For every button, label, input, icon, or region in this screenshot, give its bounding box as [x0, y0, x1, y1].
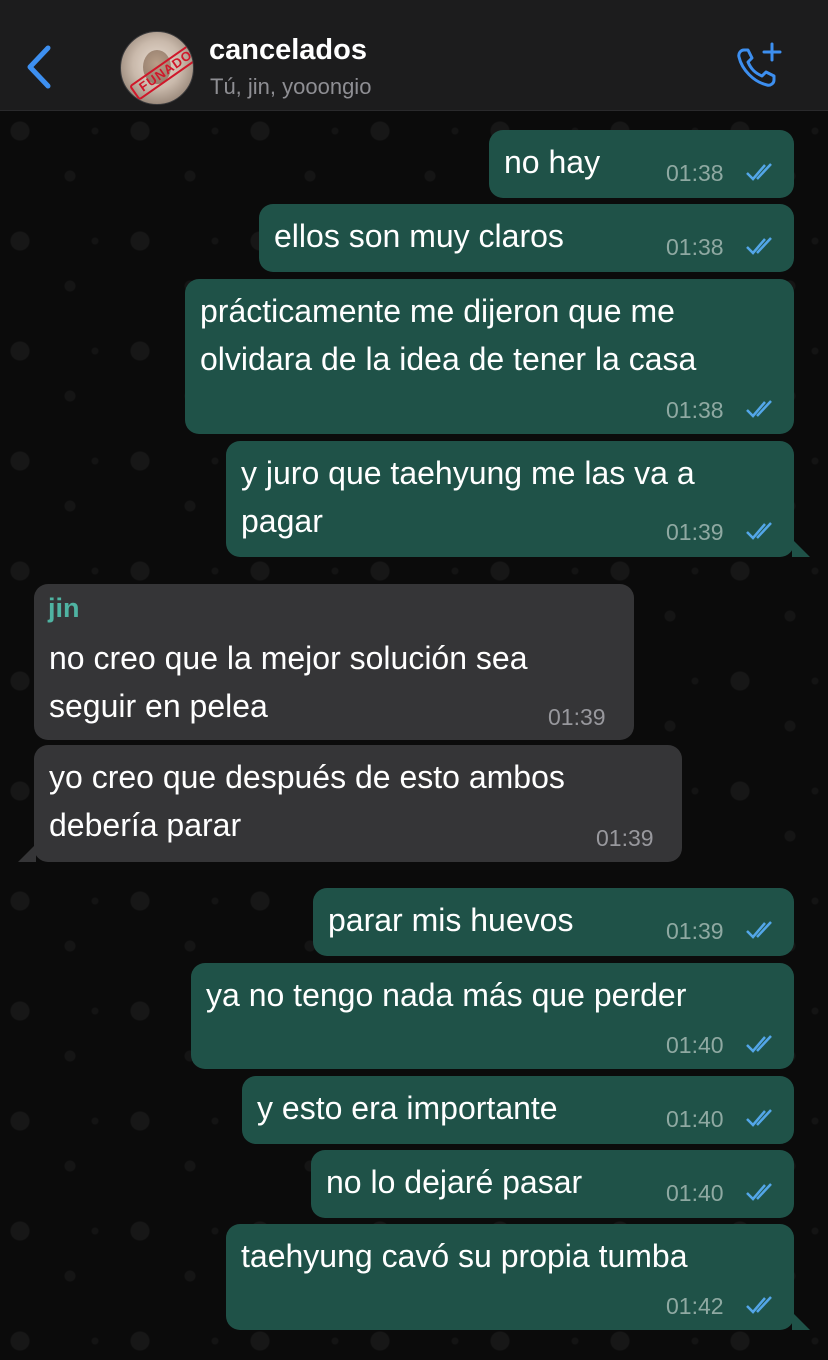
message-bubble[interactable]: prácticamente me dijeron que me olvidara…: [185, 279, 794, 434]
message-text: no hay: [504, 144, 601, 180]
double-check-icon: [746, 163, 772, 181]
message-text: prácticamente me dijeron que me: [200, 293, 675, 329]
message-bubble[interactable]: parar mis huevos 01:39: [313, 888, 794, 956]
message-time: 01:39: [666, 918, 724, 944]
message-time: 01:38: [666, 397, 724, 423]
message-time: 01:39: [596, 825, 654, 851]
message-text: yo creo que después de esto ambos: [49, 759, 565, 795]
message-time: 01:40: [666, 1180, 724, 1206]
double-check-icon: [746, 1296, 772, 1314]
chat-header: FUNADO cancelados Tú, jin, yooongio: [0, 0, 828, 111]
message-bubble[interactable]: y esto era importante 01:40: [242, 1076, 794, 1144]
message-time: 01:40: [666, 1032, 724, 1058]
message-text: debería parar: [49, 807, 242, 843]
message-bubble[interactable]: no hay 01:38: [489, 130, 794, 198]
message-text: y juro que taehyung me las va a: [241, 455, 695, 491]
group-members[interactable]: Tú, jin, yooongio: [210, 74, 371, 100]
message-text: ellos son muy claros: [274, 218, 564, 254]
message-bubble[interactable]: no lo dejaré pasar 01:40: [311, 1150, 794, 1218]
double-check-icon: [746, 1035, 772, 1053]
message-bubble[interactable]: y juro que taehyung me las va a pagar 01…: [226, 441, 794, 557]
message-bubble[interactable]: taehyung cavó su propia tumba 01:42: [226, 1224, 794, 1330]
double-check-icon: [746, 522, 772, 540]
bubble-tail: [18, 844, 36, 862]
message-text: y esto era importante: [257, 1090, 558, 1126]
message-bubble[interactable]: jin no creo que la mejor solución sea se…: [34, 584, 634, 740]
message-time: 01:38: [666, 234, 724, 260]
sender-name[interactable]: jin: [48, 588, 80, 628]
group-avatar[interactable]: FUNADO: [120, 31, 194, 105]
message-text: parar mis huevos: [328, 902, 574, 938]
double-check-icon: [746, 921, 772, 939]
double-check-icon: [746, 400, 772, 418]
message-text: ya no tengo nada más que perder: [206, 977, 687, 1013]
bubble-tail: [792, 1312, 810, 1330]
message-time: 01:40: [666, 1106, 724, 1132]
double-check-icon: [746, 1183, 772, 1201]
message-time: 01:42: [666, 1293, 724, 1319]
message-bubble[interactable]: yo creo que después de esto ambos deberí…: [34, 745, 682, 862]
back-button[interactable]: [22, 40, 58, 94]
message-text: seguir en pelea: [49, 688, 268, 724]
message-text: pagar: [241, 503, 323, 539]
message-text: no lo dejaré pasar: [326, 1164, 583, 1200]
chevron-left-icon: [27, 45, 51, 89]
message-time: 01:39: [548, 704, 606, 730]
bubble-tail: [792, 539, 810, 557]
double-check-icon: [746, 1109, 772, 1127]
message-bubble[interactable]: ya no tengo nada más que perder 01:40: [191, 963, 794, 1069]
group-name[interactable]: cancelados: [209, 34, 367, 67]
phone-plus-icon: [737, 42, 782, 87]
message-bubble[interactable]: ellos son muy claros 01:38: [259, 204, 794, 272]
message-text: no creo que la mejor solución sea: [49, 640, 528, 676]
message-list[interactable]: no hay 01:38 ellos son muy claros 01:38 …: [0, 111, 828, 1360]
double-check-icon: [746, 237, 772, 255]
message-time: 01:39: [666, 519, 724, 545]
message-text: taehyung cavó su propia tumba: [241, 1238, 688, 1274]
message-text: olvidara de la idea de tener la casa: [200, 341, 697, 377]
message-time: 01:38: [666, 160, 724, 186]
add-call-button[interactable]: [734, 42, 782, 90]
